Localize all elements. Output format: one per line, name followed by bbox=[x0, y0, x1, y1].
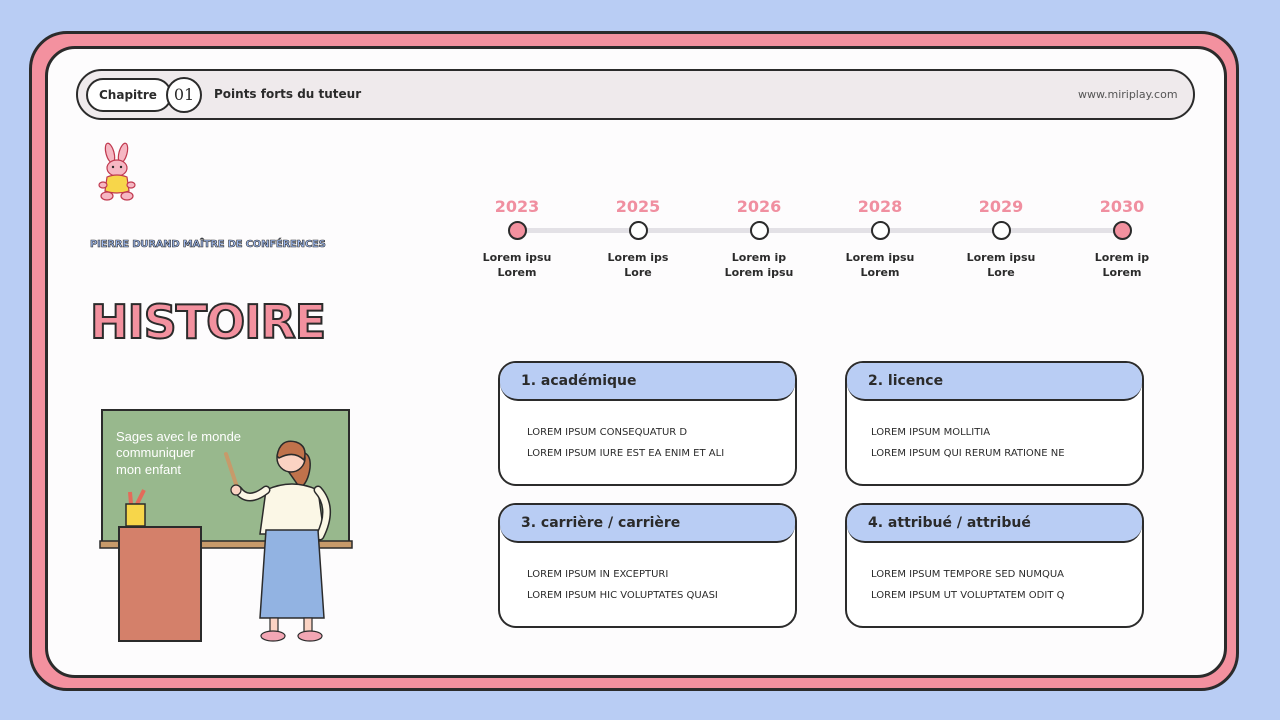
chapter-number: 01 bbox=[166, 77, 202, 113]
timeline-label-line: Lorem ipsu bbox=[845, 251, 915, 264]
timeline-label-line: Lorem bbox=[860, 266, 900, 279]
info-box-licence: 2. licence LOREM IPSUM MOLLITIA LOREM IP… bbox=[845, 361, 1144, 486]
info-box-carriere: 3. carrière / carrière LOREM IPSUM IN EX… bbox=[498, 503, 797, 628]
timeline-label-line: Lorem ip bbox=[731, 251, 787, 264]
timeline-dot bbox=[749, 221, 769, 240]
timeline-year: 2025 bbox=[615, 197, 661, 216]
timeline-label-line: Lorem ipsu bbox=[482, 251, 552, 264]
info-box-attribue: 4. attribué / attribué LOREM IPSUM TEMPO… bbox=[845, 503, 1144, 628]
chapter-title: Points forts du tuteur bbox=[214, 87, 362, 101]
info-box-line: LOREM IPSUM UT VOLUPTATEM ODIT Q bbox=[871, 590, 1065, 601]
timeline-dot bbox=[870, 221, 890, 240]
timeline-label-line: Lorem ipsu bbox=[966, 251, 1036, 264]
chalkboard-line-1: Sages avec le monde bbox=[116, 429, 241, 444]
timeline-year: 2026 bbox=[736, 197, 782, 216]
bunny-icon bbox=[98, 142, 136, 201]
timeline-label-line: Lorem ipsu bbox=[724, 266, 794, 279]
timeline-year: 2029 bbox=[978, 197, 1024, 216]
presenter-subtitle: PIERRE DURAND MAÎTRE DE CONFÉRENCES bbox=[90, 239, 326, 251]
website-link[interactable]: www.miriplay.com bbox=[1078, 88, 1178, 101]
info-box-line: LOREM IPSUM IURE EST EA ENIM ET ALI bbox=[527, 448, 725, 459]
timeline-label-line: Lorem bbox=[497, 266, 537, 279]
info-box-title: 2. licence bbox=[847, 363, 1142, 401]
timeline-year: 2023 bbox=[494, 197, 540, 216]
timeline-label-line: Lorem ip bbox=[1094, 251, 1150, 264]
timeline-label-line: Lorem ips bbox=[607, 251, 669, 264]
timeline-year: 2028 bbox=[857, 197, 903, 216]
page-title: HISTOIRE bbox=[89, 294, 327, 350]
info-box-line: LOREM IPSUM HIC VOLUPTATES QUASI bbox=[527, 590, 718, 601]
timeline-label: Lorem ips Lore bbox=[583, 250, 693, 280]
info-box-academique: 1. académique LOREM IPSUM CONSEQUATUR D … bbox=[498, 361, 797, 486]
info-box-line: LOREM IPSUM CONSEQUATUR D bbox=[527, 427, 688, 438]
teacher-illustration: Sages avec le monde communiquer mon enfa… bbox=[99, 409, 353, 642]
timeline-track bbox=[517, 228, 1122, 233]
timeline-dot bbox=[628, 221, 648, 240]
info-box-title: 1. académique bbox=[500, 363, 795, 401]
timeline-label: Lorem ipsu Lore bbox=[946, 250, 1056, 280]
info-box-title: 3. carrière / carrière bbox=[500, 505, 795, 543]
timeline-label: Lorem ipsu Lorem bbox=[825, 250, 935, 280]
chalkboard-line-2: communiquer bbox=[116, 445, 195, 460]
info-box-line: LOREM IPSUM QUI RERUM RATIONE NE bbox=[871, 448, 1065, 459]
info-box-line: LOREM IPSUM MOLLITIA bbox=[871, 427, 991, 438]
timeline-label: Lorem ipsu Lorem bbox=[462, 250, 572, 280]
timeline-label-line: Lorem bbox=[1102, 266, 1142, 279]
timeline-label: Lorem ip Lorem ipsu bbox=[704, 250, 814, 280]
timeline-year: 2030 bbox=[1099, 197, 1145, 216]
info-box-line: LOREM IPSUM TEMPORE SED NUMQUA bbox=[871, 569, 1065, 580]
chalkboard-line-3: mon enfant bbox=[116, 462, 181, 477]
timeline-dot bbox=[507, 221, 527, 240]
chapter-label: Chapitre bbox=[86, 78, 172, 112]
timeline-dot bbox=[1112, 221, 1132, 240]
info-box-title: 4. attribué / attribué bbox=[847, 505, 1142, 543]
info-box-line: LOREM IPSUM IN EXCEPTURI bbox=[527, 569, 669, 580]
timeline-label: Lorem ip Lorem bbox=[1067, 250, 1177, 280]
timeline-dot bbox=[991, 221, 1011, 240]
timeline-label-line: Lore bbox=[987, 266, 1015, 279]
timeline-label-line: Lore bbox=[624, 266, 652, 279]
